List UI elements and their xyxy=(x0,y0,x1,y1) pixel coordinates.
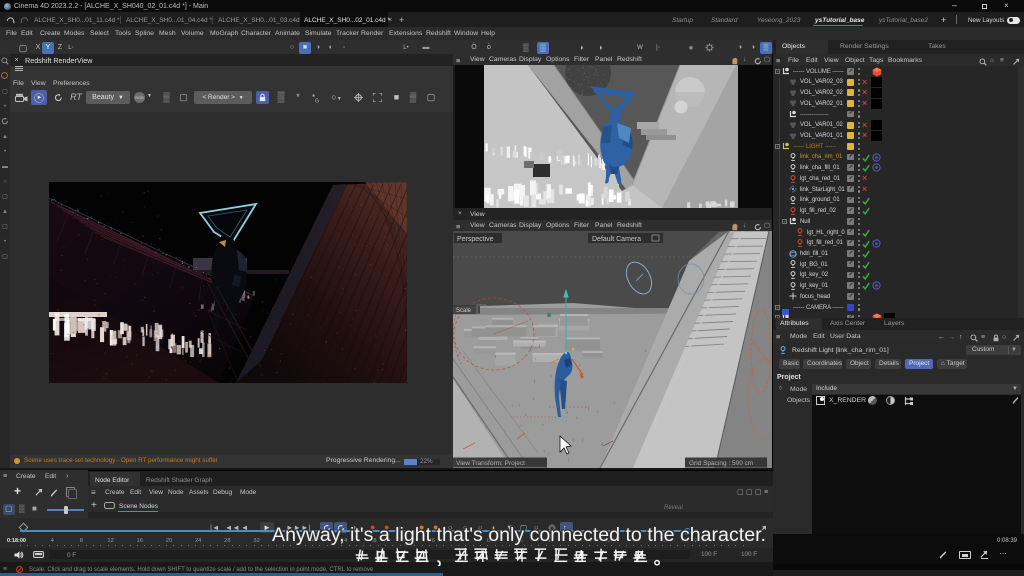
svg-text:Perspective: Perspective xyxy=(457,236,494,243)
svg-text:Scale: Scale xyxy=(456,308,472,314)
svg-text:Default Camera: Default Camera xyxy=(592,236,641,243)
svg-text:View Transform: Project: View Transform: Project xyxy=(456,460,525,467)
svg-text:Grid Spacing : 500 cm: Grid Spacing : 500 cm xyxy=(689,460,753,467)
